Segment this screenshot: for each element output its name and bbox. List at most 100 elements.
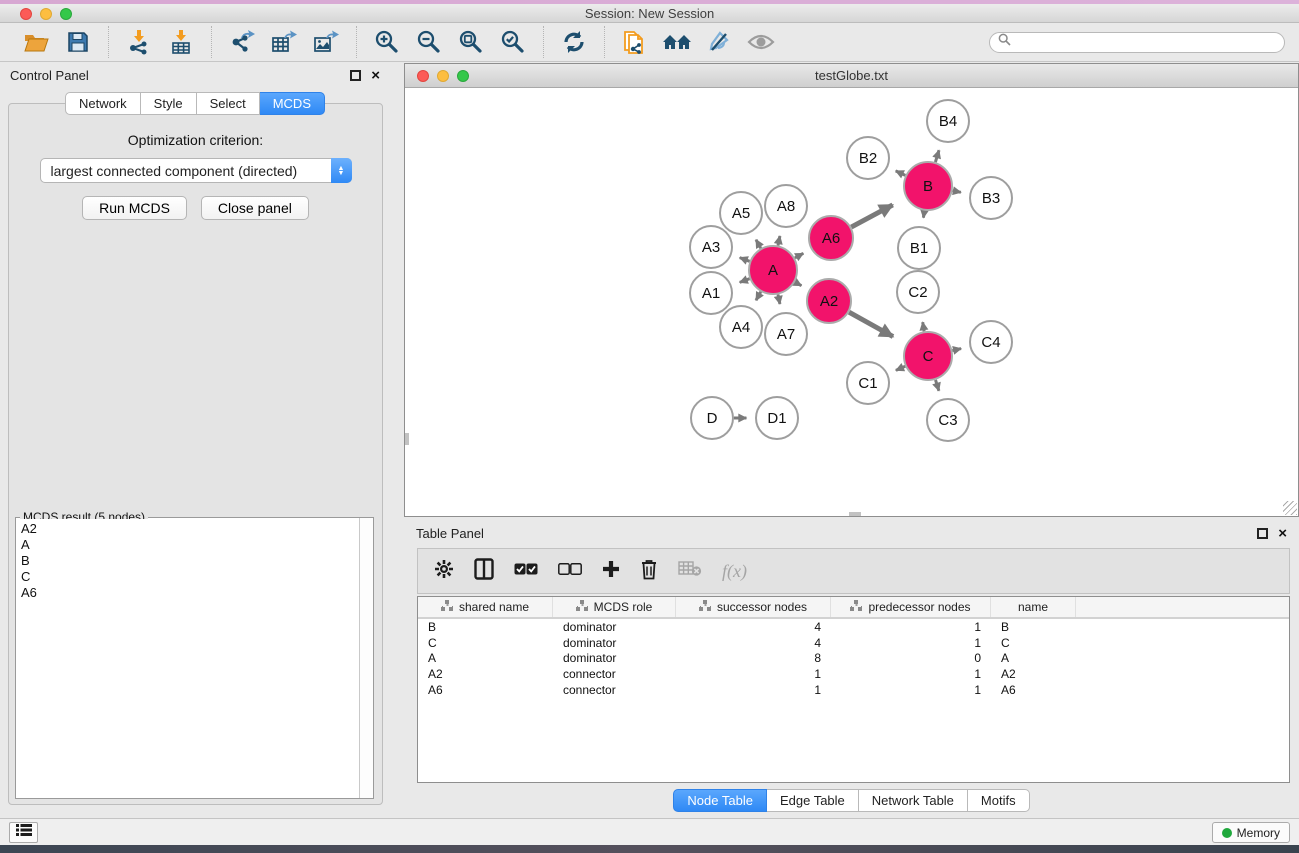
edge-C-C4[interactable]	[952, 349, 961, 351]
zoom-selected-button[interactable]	[495, 26, 531, 58]
edge-A-A2[interactable]	[795, 282, 802, 286]
edge-B-B1[interactable]	[923, 211, 924, 218]
node-A3[interactable]: A3	[690, 226, 732, 268]
node-C3[interactable]: C3	[927, 399, 969, 441]
table-settings-button[interactable]	[434, 559, 454, 584]
tab-mcds[interactable]: MCDS	[260, 92, 325, 115]
edge-B-B4[interactable]	[935, 150, 939, 162]
delete-row-button[interactable]	[640, 558, 658, 585]
node-C4[interactable]: C4	[970, 321, 1012, 363]
tab-network-table[interactable]: Network Table	[859, 789, 968, 812]
node-A8[interactable]: A8	[765, 185, 807, 227]
zoom-in-button[interactable]	[369, 26, 405, 58]
network-canvas[interactable]: AA1A2A3A4A5A6A7A8BB1B2B3B4CC1C2C3C4DD1	[405, 88, 1298, 516]
column-header-shared-name[interactable]: shared name	[418, 597, 553, 617]
result-item[interactable]: A	[21, 537, 354, 553]
node-C[interactable]: C	[904, 332, 952, 380]
canvas-hscroll-nub[interactable]	[849, 512, 861, 516]
column-header-name[interactable]: name	[991, 597, 1076, 617]
node-C1[interactable]: C1	[847, 362, 889, 404]
node-A1[interactable]: A1	[690, 272, 732, 314]
float-panel-icon[interactable]	[350, 70, 361, 81]
edge-B-B2[interactable]	[896, 171, 906, 176]
first-neighbors-button[interactable]	[659, 26, 695, 58]
table-row[interactable]: Bdominator41B	[418, 619, 1289, 635]
node-B2[interactable]: B2	[847, 137, 889, 179]
close-window-button[interactable]	[20, 8, 32, 20]
edge-A-A7[interactable]	[778, 295, 780, 305]
window-resize-grip[interactable]	[1283, 501, 1297, 515]
column-header-MCDS-role[interactable]: MCDS role	[553, 597, 676, 617]
network-graph[interactable]: AA1A2A3A4A5A6A7A8BB1B2B3B4CC1C2C3C4DD1	[405, 88, 1298, 516]
node-B1[interactable]: B1	[898, 227, 940, 269]
column-header-predecessor-nodes[interactable]: predecessor nodes	[831, 597, 991, 617]
run-mcds-button[interactable]: Run MCDS	[82, 196, 187, 220]
new-network-button[interactable]	[617, 26, 653, 58]
tab-node-table[interactable]: Node Table	[673, 789, 767, 812]
minimize-window-button[interactable]	[40, 8, 52, 20]
close-table-panel-icon[interactable]: ×	[1278, 526, 1287, 541]
node-A2[interactable]: A2	[807, 279, 851, 323]
node-B3[interactable]: B3	[970, 177, 1012, 219]
graphics-details-button[interactable]	[701, 26, 737, 58]
function-builder-button[interactable]: f(x)	[722, 561, 747, 582]
apply-layout-button[interactable]	[556, 26, 592, 58]
result-item[interactable]: A2	[21, 521, 354, 537]
result-item[interactable]: A6	[21, 585, 354, 601]
result-item[interactable]: C	[21, 569, 354, 585]
add-row-button[interactable]	[602, 560, 620, 583]
tab-motifs[interactable]: Motifs	[968, 789, 1030, 812]
open-session-button[interactable]	[18, 26, 54, 58]
column-header-successor-nodes[interactable]: successor nodes	[676, 597, 831, 617]
edge-A-A1[interactable]	[740, 279, 750, 283]
edge-C-C1[interactable]	[896, 366, 905, 370]
edge-A2-C[interactable]	[849, 312, 893, 336]
node-A4[interactable]: A4	[720, 306, 762, 348]
memory-button[interactable]: Memory	[1212, 822, 1290, 843]
node-C2[interactable]: C2	[897, 271, 939, 313]
edge-C-C2[interactable]	[923, 322, 924, 331]
result-item[interactable]: B	[21, 553, 354, 569]
search-box[interactable]	[989, 32, 1285, 53]
export-image-button[interactable]	[308, 26, 344, 58]
network-window-titlebar[interactable]: testGlobe.txt	[405, 64, 1298, 88]
zoom-fit-button[interactable]	[453, 26, 489, 58]
delete-table-button[interactable]	[678, 560, 702, 582]
import-network-button[interactable]	[121, 26, 157, 58]
select-all-button[interactable]	[514, 562, 538, 580]
search-input[interactable]	[1016, 35, 1276, 49]
table-row[interactable]: Cdominator41C	[418, 635, 1289, 651]
edge-A-A4[interactable]	[756, 292, 761, 301]
edge-A-A6[interactable]	[795, 253, 803, 258]
node-A[interactable]: A	[749, 246, 797, 294]
node-D[interactable]: D	[691, 397, 733, 439]
float-table-panel-icon[interactable]	[1257, 528, 1268, 539]
edge-A-A3[interactable]	[740, 258, 750, 262]
node-A5[interactable]: A5	[720, 192, 762, 234]
table-row[interactable]: A6connector11A6	[418, 682, 1289, 698]
node-D1[interactable]: D1	[756, 397, 798, 439]
node-A6[interactable]: A6	[809, 216, 853, 260]
node-B4[interactable]: B4	[927, 100, 969, 142]
table-row[interactable]: A2connector11A2	[418, 666, 1289, 682]
tab-edge-table[interactable]: Edge Table	[767, 789, 859, 812]
edge-A-A8[interactable]	[778, 236, 780, 246]
edge-A6-B[interactable]	[851, 205, 892, 227]
network-close-button[interactable]	[417, 70, 429, 82]
node-A7[interactable]: A7	[765, 313, 807, 355]
close-panel-button[interactable]: Close panel	[201, 196, 309, 220]
criterion-dropdown[interactable]: largest connected component (directed) ▲…	[40, 158, 352, 183]
network-minimize-button[interactable]	[437, 70, 449, 82]
result-list-scrollbar[interactable]	[359, 518, 373, 798]
import-table-button[interactable]	[163, 26, 199, 58]
task-history-button[interactable]	[9, 822, 38, 843]
save-session-button[interactable]	[60, 26, 96, 58]
tab-select[interactable]: Select	[197, 92, 260, 115]
zoom-window-button[interactable]	[60, 8, 72, 20]
show-hide-button[interactable]	[743, 26, 779, 58]
network-zoom-button[interactable]	[457, 70, 469, 82]
tab-style[interactable]: Style	[141, 92, 197, 115]
table-row[interactable]: Adominator80A	[418, 651, 1289, 667]
export-network-button[interactable]	[224, 26, 260, 58]
edge-A-A5[interactable]	[756, 240, 761, 249]
